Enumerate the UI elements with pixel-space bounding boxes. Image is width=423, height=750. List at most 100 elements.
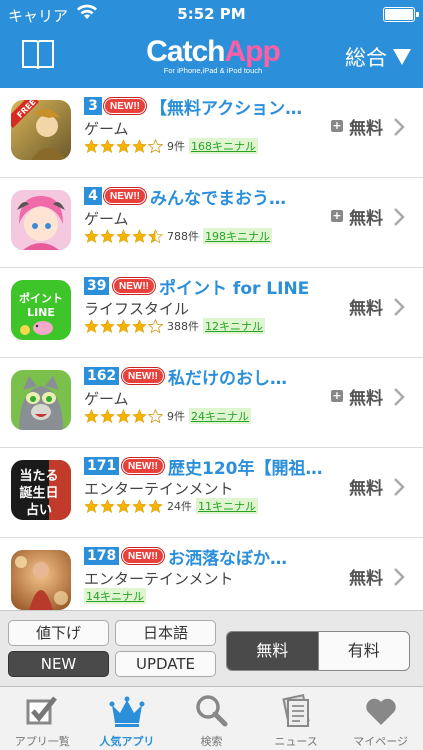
star-icon bbox=[84, 498, 99, 513]
rank-badge: 171 bbox=[84, 457, 120, 475]
app-icon[interactable] bbox=[11, 370, 71, 430]
checkbox-icon bbox=[26, 696, 58, 725]
new-badge: NEW!! bbox=[113, 278, 155, 294]
star-icon bbox=[132, 138, 147, 153]
tab-label: 検索 bbox=[200, 735, 223, 748]
segment-paid[interactable]: 有料 bbox=[319, 632, 410, 670]
app-genre: エンターテインメント bbox=[84, 480, 234, 498]
app-ranking-list[interactable]: FREE 3 NEW!! 【無料アクション… ゲーム 9件 168キニナル + 無料 4 NEW!!… bbox=[0, 88, 423, 610]
catchapp-logo: CatchApp For iPhone,iPad & iPod touch bbox=[146, 35, 281, 75]
app-title[interactable]: 歴史120年【開祖… bbox=[168, 454, 330, 479]
svg-text:誕生日: 誕生日 bbox=[19, 485, 58, 501]
app-genre: ゲーム bbox=[84, 210, 129, 228]
app-icon[interactable]: ポイント LINE bbox=[11, 280, 71, 340]
price-label: 無料 bbox=[349, 479, 383, 499]
tab-app-list[interactable]: アプリ一覧 bbox=[0, 687, 85, 750]
review-count: 24件 bbox=[167, 500, 192, 513]
kininaru-link[interactable]: 12キニナル bbox=[203, 318, 265, 334]
app-row[interactable]: ポイント LINE 39 NEW!! ポイント for LINE ライフスタイル 388件 1… bbox=[0, 268, 423, 358]
price-segmented-control: 無料 有料 bbox=[226, 631, 410, 671]
app-row[interactable]: 162 NEW!! 私だけのおし… ゲーム 9件 24キニナル + 無料 bbox=[0, 358, 423, 448]
star-icon bbox=[116, 228, 131, 243]
app-title[interactable]: 【無料アクション… bbox=[150, 94, 330, 119]
heart-icon bbox=[365, 698, 396, 725]
tab-my-page[interactable]: マイページ bbox=[338, 687, 423, 750]
star-icon bbox=[148, 498, 163, 513]
filter-update-button[interactable]: UPDATE bbox=[115, 651, 216, 677]
price-label: 無料 bbox=[349, 209, 383, 229]
rank-badge: 3 bbox=[84, 97, 102, 115]
star-icon bbox=[100, 228, 115, 243]
app-title[interactable]: お洒落なぼか… bbox=[168, 544, 330, 569]
app-title[interactable]: みんなでまおう… bbox=[150, 184, 330, 209]
app-title[interactable]: ポイント for LINE bbox=[159, 274, 330, 299]
app-icon[interactable]: FREE bbox=[11, 100, 71, 160]
tab-news[interactable]: ニュース bbox=[254, 687, 339, 750]
kininaru-link[interactable]: 168キニナル bbox=[189, 138, 258, 154]
news-icon bbox=[282, 694, 310, 727]
add-plus-icon[interactable]: + bbox=[331, 390, 343, 402]
svg-text:LINE: LINE bbox=[27, 306, 55, 319]
new-badge: NEW!! bbox=[104, 188, 146, 204]
svg-text:占い: 占い bbox=[26, 502, 52, 518]
rank-badge: 162 bbox=[84, 367, 120, 385]
add-plus-icon[interactable]: + bbox=[331, 210, 343, 222]
filter-price-down-button[interactable]: 値下げ bbox=[8, 620, 109, 646]
kininaru-link[interactable]: 14キニナル bbox=[84, 588, 146, 604]
star-icon bbox=[84, 138, 99, 153]
header: キャリア 5:52 PM CatchApp For iPhone,iPad & … bbox=[0, 0, 423, 88]
review-count: 9件 bbox=[167, 140, 185, 153]
category-label: 総合 bbox=[345, 46, 387, 70]
book-icon[interactable] bbox=[20, 38, 56, 72]
star-icon bbox=[100, 318, 115, 333]
tab-label: 人気アプリ bbox=[99, 735, 155, 748]
tab-label: ニュース bbox=[274, 735, 318, 748]
new-badge: NEW!! bbox=[122, 368, 164, 384]
star-icon bbox=[132, 228, 147, 243]
star-empty-icon bbox=[148, 138, 163, 153]
star-icon bbox=[116, 318, 131, 333]
rating-row: 9件 168キニナル bbox=[84, 138, 258, 154]
kininaru-link[interactable]: 24キニナル bbox=[189, 408, 251, 424]
tab-bar: アプリ一覧 人気アプリ 検索 ニュース マイページ bbox=[0, 686, 423, 750]
rating-row: 788件 198キニナル bbox=[84, 228, 272, 244]
kininaru-link[interactable]: 11キニナル bbox=[196, 498, 258, 514]
category-selector[interactable]: 総合 bbox=[345, 42, 411, 72]
new-badge: NEW!! bbox=[104, 98, 146, 114]
app-title[interactable]: 私だけのおし… bbox=[168, 364, 330, 389]
star-icon bbox=[100, 498, 115, 513]
tab-popular-apps[interactable]: 人気アプリ bbox=[85, 687, 170, 750]
add-plus-icon[interactable]: + bbox=[331, 120, 343, 132]
app-row[interactable]: 当たる 誕生日 占い 171 NEW!! 歴史120年【開祖… エンターテインメント 24件 1… bbox=[0, 448, 423, 538]
app-icon[interactable] bbox=[11, 550, 71, 610]
chevron-right-icon bbox=[394, 298, 405, 316]
star-icon bbox=[132, 318, 147, 333]
review-count: 9件 bbox=[167, 410, 185, 423]
new-badge: NEW!! bbox=[122, 458, 164, 474]
star-icon bbox=[116, 138, 131, 153]
star-icon bbox=[84, 318, 99, 333]
app-icon[interactable]: 当たる 誕生日 占い bbox=[11, 460, 71, 520]
app-genre: ライフスタイル bbox=[84, 300, 190, 318]
filter-panel: 値下げ 日本語 NEW UPDATE 無料 有料 bbox=[0, 610, 423, 686]
status-bar: キャリア 5:52 PM bbox=[0, 0, 423, 28]
tab-search[interactable]: 検索 bbox=[169, 687, 254, 750]
svg-text:ポイント: ポイント bbox=[19, 291, 63, 305]
chevron-right-icon bbox=[394, 208, 405, 226]
app-row[interactable]: 178 NEW!! お洒落なぼか… エンターテインメント 14キニナル 無料 bbox=[0, 538, 423, 610]
segment-free[interactable]: 無料 bbox=[227, 632, 318, 670]
app-row[interactable]: FREE 3 NEW!! 【無料アクション… ゲーム 9件 168キニナル + 無料 bbox=[0, 88, 423, 178]
filter-new-button[interactable]: NEW bbox=[8, 651, 109, 677]
star-half-icon bbox=[148, 228, 163, 243]
price-label: 無料 bbox=[349, 299, 383, 319]
star-icon bbox=[84, 408, 99, 423]
svg-text:当たる: 当たる bbox=[19, 468, 58, 484]
review-count: 788件 bbox=[167, 230, 199, 243]
kininaru-link[interactable]: 198キニナル bbox=[203, 228, 272, 244]
star-icon bbox=[116, 498, 131, 513]
app-row[interactable]: 4 NEW!! みんなでまおう… ゲーム 788件 198キニナル + 無料 bbox=[0, 178, 423, 268]
filter-japanese-button[interactable]: 日本語 bbox=[115, 620, 216, 646]
chevron-right-icon bbox=[394, 568, 405, 586]
magnifier-icon bbox=[196, 695, 228, 727]
app-icon[interactable] bbox=[11, 190, 71, 250]
